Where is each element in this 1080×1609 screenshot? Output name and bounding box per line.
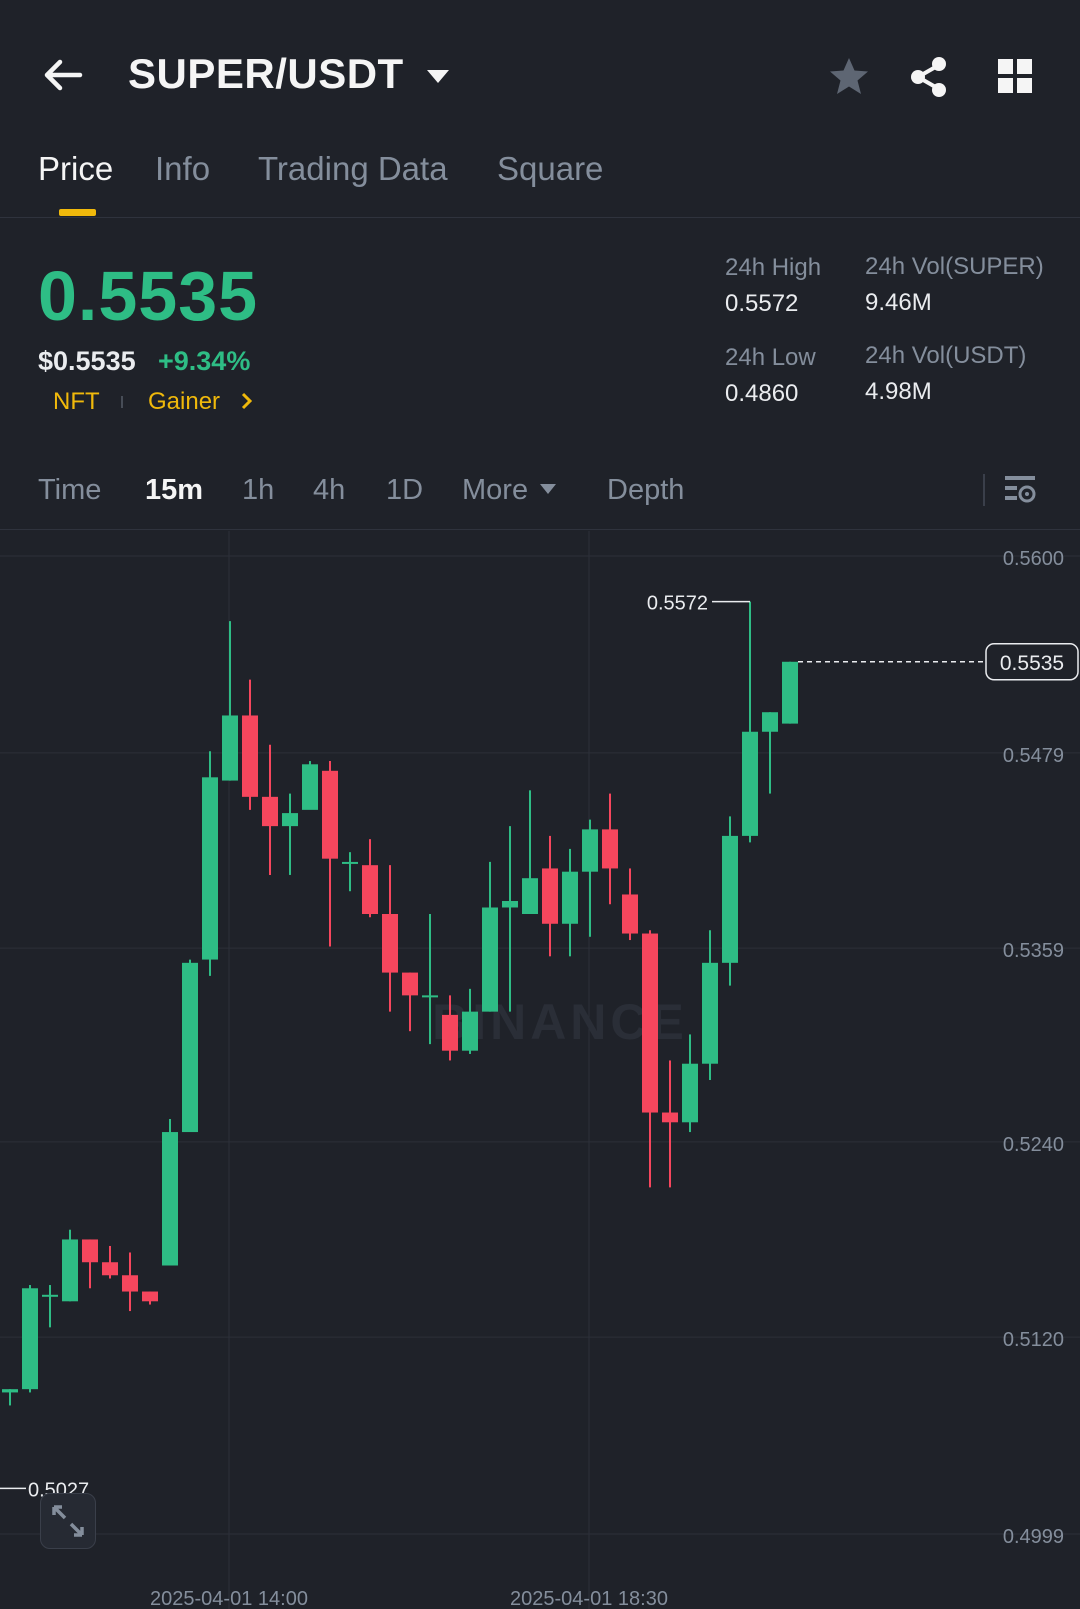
tab-info[interactable]: Info xyxy=(155,150,210,188)
tabs-divider xyxy=(0,217,1080,218)
x-tick-label: 2025-04-01 18:30 xyxy=(510,1588,668,1609)
candlestick-chart[interactable]: 0.5600 0.5479 0.5359 0.5240 0.5120 0.4999 2025… xyxy=(0,531,1080,1609)
candle-body xyxy=(262,796,278,827)
tab-trading-data[interactable]: Trading Data xyxy=(258,150,448,188)
y-tick-label: 0.5240 xyxy=(1003,1134,1064,1156)
candle-body xyxy=(342,861,358,864)
candle-body xyxy=(182,962,198,1133)
candle-body xyxy=(302,764,318,810)
interval-more[interactable]: More xyxy=(462,474,528,507)
candle-body xyxy=(782,661,798,724)
candle-body xyxy=(402,972,418,996)
tag-separator xyxy=(121,396,123,408)
candle-body xyxy=(562,871,578,924)
candle-body xyxy=(502,900,518,908)
dropdown-caret-icon[interactable] xyxy=(425,68,451,91)
y-tick-label: 0.5120 xyxy=(1003,1329,1064,1351)
candle-body xyxy=(702,962,718,1064)
candle-body xyxy=(522,878,538,915)
candle-body xyxy=(162,1132,178,1266)
candle-body xyxy=(462,1011,478,1051)
candle-body xyxy=(442,1014,458,1051)
x-tick-label: 2025-04-01 14:00 xyxy=(150,1588,308,1609)
candle-body xyxy=(482,907,498,1012)
candle-body xyxy=(202,777,218,960)
interval-time[interactable]: Time xyxy=(38,474,101,507)
candle-body xyxy=(642,933,658,1113)
stat-high-label: 24h High xyxy=(725,254,822,281)
candle-body xyxy=(602,829,618,869)
tag-gainer[interactable]: Gainer xyxy=(148,388,220,416)
tab-price[interactable]: Price xyxy=(38,150,113,188)
candle-body xyxy=(582,829,598,872)
candle-body xyxy=(542,868,558,924)
stat-low-value: 0.4860 xyxy=(725,380,799,407)
stat-low-label: 24h Low xyxy=(725,344,816,371)
more-caret-icon[interactable] xyxy=(539,482,557,501)
stat-vol-base-value: 9.46M xyxy=(865,289,932,316)
tab-square[interactable]: Square xyxy=(497,150,603,188)
price-change-percent: +9.34% xyxy=(158,346,251,376)
high-marker-label: 0.5572 xyxy=(647,593,708,615)
candle-body xyxy=(322,770,338,859)
interval-1d[interactable]: 1D xyxy=(386,474,423,507)
candle-body xyxy=(382,914,398,973)
chart-settings-icon[interactable] xyxy=(1003,472,1039,513)
usd-price: $0.5535 xyxy=(38,346,136,376)
candle-body xyxy=(362,865,378,915)
interval-separator xyxy=(983,474,985,506)
candle-body xyxy=(622,894,638,934)
candle-body xyxy=(82,1239,98,1263)
stat-vol-base-label: 24h Vol(SUPER) xyxy=(865,253,1044,280)
candle-body xyxy=(102,1262,118,1276)
candle-body xyxy=(662,1112,678,1123)
last-price: 0.5535 xyxy=(38,257,259,335)
y-tick-label: 0.5359 xyxy=(1003,940,1064,962)
share-icon[interactable] xyxy=(906,54,952,100)
interval-1h[interactable]: 1h xyxy=(242,474,274,507)
candle-body xyxy=(722,835,738,963)
candle-body xyxy=(742,731,758,836)
stat-high-value: 0.5572 xyxy=(725,290,799,317)
interval-15m[interactable]: 15m xyxy=(145,474,203,507)
interval-depth[interactable]: Depth xyxy=(607,474,684,507)
y-tick-label: 0.4999 xyxy=(1003,1526,1064,1548)
chart-top-divider xyxy=(0,529,1080,530)
chevron-right-icon[interactable] xyxy=(240,392,254,415)
active-tab-indicator xyxy=(59,209,96,216)
grid-icon[interactable] xyxy=(993,54,1039,100)
last-price-badge-label: 0.5535 xyxy=(1000,652,1064,675)
candle-body xyxy=(42,1294,58,1297)
back-arrow-icon[interactable] xyxy=(40,52,86,98)
candle-body xyxy=(122,1275,138,1292)
y-tick-label: 0.5479 xyxy=(1003,745,1064,767)
tag-nft[interactable]: NFT xyxy=(53,388,100,416)
candle-body xyxy=(222,715,238,781)
candle-body xyxy=(282,813,298,827)
candle-body xyxy=(422,995,438,998)
pair-title[interactable]: SUPER/USDT xyxy=(128,50,404,98)
star-icon[interactable] xyxy=(826,54,872,100)
candle-body xyxy=(2,1389,18,1393)
expand-icon[interactable] xyxy=(40,1493,96,1549)
candle-body xyxy=(142,1291,158,1302)
candle-body xyxy=(762,712,778,732)
candle-body xyxy=(242,715,258,797)
candle-body xyxy=(682,1063,698,1123)
candle-body xyxy=(62,1239,78,1302)
stat-vol-quote-value: 4.98M xyxy=(865,378,932,405)
interval-4h[interactable]: 4h xyxy=(313,474,345,507)
candle-body xyxy=(22,1288,38,1390)
stat-vol-quote-label: 24h Vol(USDT) xyxy=(865,342,1027,369)
y-tick-label: 0.5600 xyxy=(1003,548,1064,570)
